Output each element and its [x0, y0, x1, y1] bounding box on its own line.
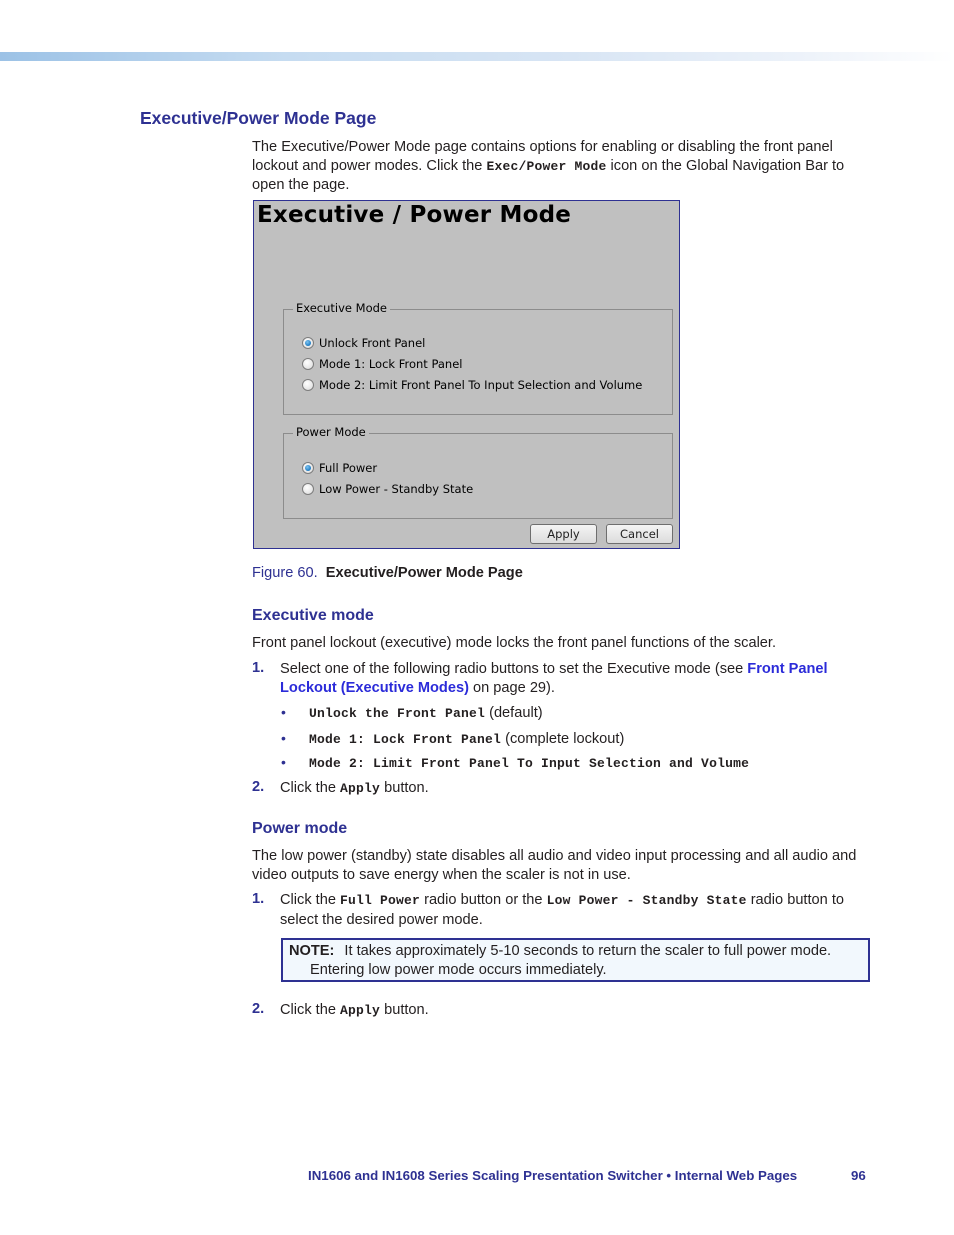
power-mode-description: The low power (standby) state disables a… [252, 848, 857, 883]
step-text: Click the [280, 892, 341, 908]
bullet-code: Unlock the Front Panel [309, 706, 486, 721]
executive-mode-group: Executive Mode Unlock Front Panel Mode 1… [283, 301, 673, 415]
radio-mode-1-lock[interactable]: Mode 1: Lock Front Panel [302, 357, 462, 371]
apply-button[interactable]: Apply [530, 524, 597, 544]
step-code: Full Power [340, 893, 421, 908]
step-text-end: button. [380, 780, 429, 796]
intro-paragraph: The Executive/Power Mode page contains o… [252, 138, 872, 195]
page-number: 96 [851, 1168, 866, 1183]
step-text: Select one of the following radio button… [280, 661, 748, 677]
step-code: Apply [340, 781, 381, 796]
bullet-icon: • [281, 730, 286, 746]
step-number: 1. [252, 660, 265, 676]
bullet-code: Mode 2: Limit Front Panel To Input Selec… [309, 756, 750, 771]
step-number: 2. [252, 779, 265, 795]
step-text: Click the [280, 1002, 341, 1018]
footer-text: IN1606 and IN1608 Series Scaling Present… [308, 1168, 798, 1183]
executive-step-1: Select one of the following radio button… [280, 660, 870, 697]
bullet-icon: • [281, 754, 286, 770]
radio-label: Unlock Front Panel [319, 336, 426, 350]
intro-code: Exec/Power Mode [486, 158, 607, 174]
radio-mode-2-limit[interactable]: Mode 2: Limit Front Panel To Input Selec… [302, 378, 642, 392]
power-step-2: Click the Apply button. [280, 1001, 870, 1021]
executive-mode-description: Front panel lockout (executive) mode loc… [252, 635, 777, 651]
bullet-note: (complete lockout) [501, 731, 625, 747]
step-number: 2. [252, 1001, 265, 1017]
radio-unchecked-icon[interactable] [302, 379, 314, 391]
radio-label: Mode 2: Limit Front Panel To Input Selec… [319, 378, 643, 392]
bullet-item: Unlock the Front Panel (default) [309, 704, 543, 724]
section-title: Executive/Power Mode Page [140, 108, 377, 128]
bullet-item: Mode 1: Lock Front Panel (complete locko… [309, 730, 624, 750]
executive-mode-legend: Executive Mode [293, 301, 390, 315]
radio-unlock-front-panel[interactable]: Unlock Front Panel [302, 336, 425, 350]
executive-mode-heading: Executive mode [252, 607, 374, 624]
note-box: NOTE: It takes approximately 5-10 seconds… [281, 938, 870, 982]
step-text-end: button. [380, 1002, 429, 1018]
screen-title: Executive / Power Mode [257, 202, 572, 228]
figure-caption-title: Executive/Power Mode Page [325, 565, 523, 581]
step-code: Low Power - Standby State [546, 893, 747, 908]
radio-unchecked-icon[interactable] [302, 483, 314, 495]
power-step-1: Click the Full Power radio button or the… [280, 891, 870, 929]
step-number: 1. [252, 891, 265, 907]
executive-step-2: Click the Apply button. [280, 779, 870, 799]
header-gradient-bar [0, 52, 954, 61]
bullet-code: Mode 1: Lock Front Panel [309, 732, 502, 747]
bullet-note: (default) [485, 705, 543, 721]
power-mode-legend: Power Mode [293, 425, 369, 439]
figure-number: Figure 60. [252, 565, 318, 581]
radio-checked-icon[interactable] [302, 337, 314, 349]
step-text: Click the [280, 780, 341, 796]
bullet-item: Mode 2: Limit Front Panel To Input Selec… [309, 754, 749, 774]
radio-low-power-standby[interactable]: Low Power - Standby State [302, 482, 473, 496]
bullet-icon: • [281, 704, 286, 720]
note-text: It takes approximately 5-10 seconds to r… [344, 943, 832, 959]
step-code: Apply [340, 1003, 381, 1018]
step-text: radio button or the [420, 892, 547, 908]
power-mode-heading: Power mode [252, 820, 348, 837]
radio-full-power[interactable]: Full Power [302, 461, 377, 475]
radio-label: Full Power [319, 461, 378, 475]
radio-label: Mode 1: Lock Front Panel [319, 357, 463, 371]
note-label: NOTE: [289, 943, 335, 959]
power-mode-group: Power Mode Full Power Low Power - Standb… [283, 425, 673, 519]
step-text-end: on page 29). [468, 679, 555, 696]
cancel-button[interactable]: Cancel [606, 524, 673, 544]
note-text-line-2: Entering low power mode occurs immediate… [310, 961, 607, 978]
radio-unchecked-icon[interactable] [302, 358, 314, 370]
radio-checked-icon[interactable] [302, 462, 314, 474]
figure-screenshot: Executive / Power Mode Executive Mode Un… [253, 200, 680, 549]
figure-caption: Figure 60. Executive/Power Mode Page [252, 565, 523, 581]
radio-label: Low Power - Standby State [319, 482, 474, 496]
